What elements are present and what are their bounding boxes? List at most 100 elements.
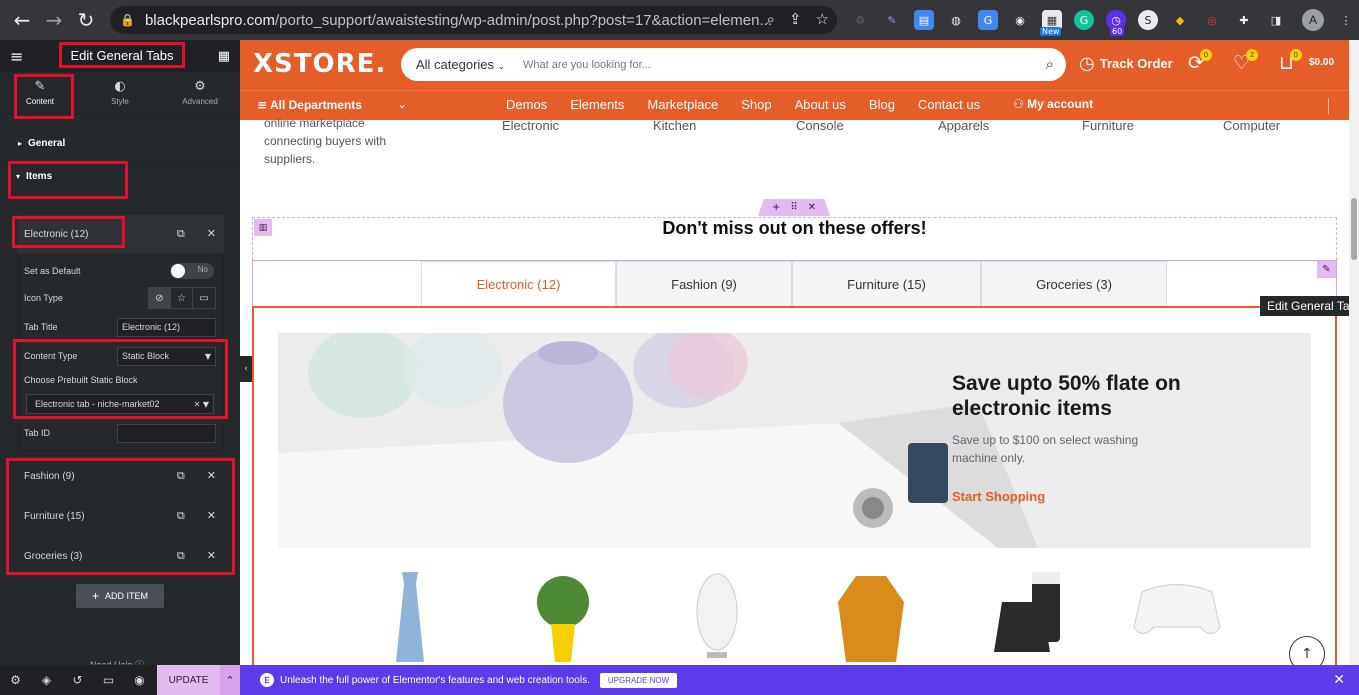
widgets-grid-icon[interactable]: ▦: [218, 49, 230, 64]
settings-gear-icon[interactable]: ⚙: [0, 665, 31, 695]
clock-icon: ◷: [1079, 53, 1095, 74]
edit-widget-icon[interactable]: ✎: [1317, 261, 1336, 278]
preview-eye-icon[interactable]: ◉: [124, 665, 155, 695]
back-icon[interactable]: ←: [6, 0, 38, 40]
set-default-toggle[interactable]: No: [170, 263, 214, 279]
category-electronic[interactable]: Electronic: [502, 118, 559, 133]
section-general[interactable]: ▸ General: [0, 134, 240, 152]
chevron-down-icon[interactable]: ⌄: [397, 97, 407, 111]
translate-extension-icon[interactable]: G: [978, 10, 998, 30]
hamburger-icon[interactable]: ≡: [10, 47, 23, 66]
hoodie-product-image[interactable]: [836, 572, 906, 662]
category-kitchen[interactable]: Kitchen: [653, 118, 696, 133]
annotation-box-items: [8, 161, 128, 199]
section-handle[interactable]: + ⠿ ✕: [758, 199, 830, 216]
camera-extension-icon[interactable]: ◉: [1010, 10, 1030, 30]
track-order-link[interactable]: ◷ Track Order: [1079, 53, 1173, 74]
tab-style[interactable]: ◐ Style: [80, 72, 160, 113]
all-departments-button[interactable]: ≡ All Departments: [257, 98, 362, 112]
banner-text: Save up to $100 on select washing machin…: [952, 433, 1139, 465]
section-general-label: General: [28, 137, 66, 149]
refresh-compare-icon[interactable]: ⟳ 0: [1188, 49, 1212, 74]
tab-groceries[interactable]: Groceries (3): [981, 261, 1167, 306]
profile-avatar[interactable]: A: [1302, 9, 1324, 31]
chrome-extension-icon[interactable]: ◎: [1202, 10, 1222, 30]
drag-icon[interactable]: ⠿: [790, 202, 797, 213]
history-icon[interactable]: ↺: [62, 665, 93, 695]
remove-icon[interactable]: ✕: [207, 227, 216, 241]
collapse-panel-icon[interactable]: ‹: [240, 356, 252, 382]
plant-product-image[interactable]: [533, 572, 593, 662]
globe-extension-icon[interactable]: ◍: [946, 10, 966, 30]
category-computer[interactable]: Computer: [1223, 118, 1280, 133]
menu-item-contact[interactable]: Contact us: [918, 97, 980, 112]
grammarly-extension-icon[interactable]: G: [1074, 10, 1094, 30]
sidepanel-icon[interactable]: ◨: [1266, 10, 1286, 30]
dress-product-image[interactable]: [388, 572, 432, 662]
menu-item-demos[interactable]: Demos: [506, 97, 547, 112]
menu-item-marketplace[interactable]: Marketplace: [647, 97, 718, 112]
address-bar[interactable]: 🔒 blackpearlspro.com /porto_support/awai…: [110, 6, 837, 34]
url-host: blackpearlspro.com: [144, 11, 276, 29]
zoom-icon[interactable]: ⌕: [767, 10, 775, 28]
close-icon[interactable]: ✕: [1333, 672, 1345, 688]
gamepad-product-image[interactable]: [1132, 572, 1222, 642]
share-icon[interactable]: ⇪: [789, 10, 802, 28]
category-console[interactable]: Console: [796, 118, 844, 133]
docs-extension-icon[interactable]: ▤: [914, 10, 934, 30]
my-account-link[interactable]: ⚇ My account: [1013, 97, 1093, 111]
menu-item-blog[interactable]: Blog: [869, 97, 895, 112]
category-furniture[interactable]: Furniture: [1082, 118, 1134, 133]
feather-extension-icon[interactable]: ✎: [882, 10, 902, 30]
diffuser-product-image[interactable]: [982, 572, 1062, 662]
tab-electronic[interactable]: Electronic (12): [421, 261, 616, 306]
category-apparels[interactable]: Apparels: [938, 118, 989, 133]
star-icon[interactable]: ☆: [171, 288, 193, 308]
tab-id-input[interactable]: [117, 423, 216, 443]
menu-item-about[interactable]: About us: [795, 97, 846, 112]
add-section-icon[interactable]: +: [772, 202, 780, 213]
contrast-icon: ◐: [114, 79, 126, 94]
promo-banner: Save upto 50% flate on electronic items …: [278, 333, 1311, 548]
update-button[interactable]: UPDATE: [157, 665, 220, 695]
timer-extension-icon[interactable]: ◷ 60: [1106, 10, 1126, 36]
duplicate-icon[interactable]: ⧉: [177, 227, 185, 241]
puzzle-icon[interactable]: ✚: [1234, 10, 1254, 30]
start-shopping-link[interactable]: Start Shopping: [952, 489, 1045, 504]
scrollbar-thumb[interactable]: [1351, 198, 1357, 260]
leaf-extension-icon[interactable]: ◆: [1170, 10, 1190, 30]
reload-icon[interactable]: ↻: [70, 0, 102, 40]
menu-item-shop[interactable]: Shop: [741, 97, 771, 112]
tab-title-input[interactable]: Electronic (12): [117, 317, 216, 337]
speaker-product-image[interactable]: [693, 572, 741, 662]
upgrade-now-button[interactable]: UPGRADE NOW: [599, 672, 678, 688]
tab-advanced[interactable]: ⚙ Advanced: [160, 72, 240, 113]
cart-icon[interactable]: ⊔ 0: [1279, 49, 1302, 74]
search-input[interactable]: What are you looking for...: [523, 59, 651, 71]
recycle-extension-icon[interactable]: ♲: [850, 10, 870, 30]
new-extension-icon[interactable]: ▦ New: [1040, 10, 1062, 36]
search-icon[interactable]: ⌕: [1046, 55, 1054, 73]
kebab-menu-icon[interactable]: ⋮: [1336, 10, 1356, 30]
slash-extension-icon[interactable]: S: [1138, 10, 1158, 30]
site-logo[interactable]: XSTORE.: [253, 49, 386, 79]
chevron-up-icon[interactable]: ⌃: [220, 665, 240, 695]
ban-icon[interactable]: ⊘: [149, 288, 171, 308]
responsive-icon[interactable]: ▭: [93, 665, 124, 695]
nav-divider: [1328, 98, 1329, 114]
search-form: All categories ⌄ What are you looking fo…: [401, 48, 1066, 81]
heart-icon[interactable]: ♡ 2: [1233, 49, 1259, 74]
bookmark-star-icon[interactable]: ☆: [816, 10, 829, 28]
back-to-top-button[interactable]: ↑: [1289, 636, 1325, 665]
delete-section-icon[interactable]: ✕: [808, 202, 816, 213]
image-icon[interactable]: ▭: [193, 288, 215, 308]
panel-title: Edit General Tabs: [59, 42, 185, 68]
menu-item-elements[interactable]: Elements: [570, 97, 624, 112]
page-scrollbar[interactable]: [1349, 40, 1359, 665]
forward-icon[interactable]: →: [38, 0, 70, 40]
tab-furniture[interactable]: Furniture (15): [792, 261, 981, 306]
add-item-button[interactable]: + ADD ITEM: [76, 584, 164, 608]
category-select[interactable]: All categories ⌄: [401, 57, 523, 72]
tab-fashion[interactable]: Fashion (9): [616, 261, 792, 306]
layers-icon[interactable]: ◈: [31, 665, 62, 695]
